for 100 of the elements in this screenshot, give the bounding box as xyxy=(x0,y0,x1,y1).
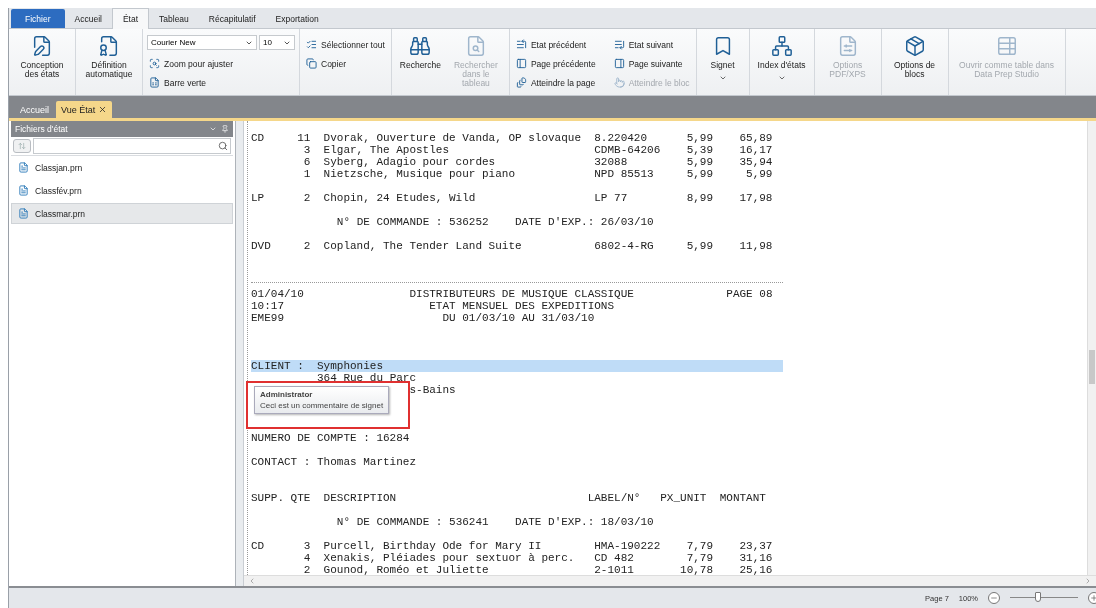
report-text: 65,89 xyxy=(738,132,773,144)
ribbon-tab[interactable]: Récapitulatif xyxy=(198,9,266,28)
sort-icon xyxy=(18,142,26,150)
document-pen-icon xyxy=(31,35,53,57)
pointer-icon xyxy=(613,77,625,88)
report-text: 5,99 xyxy=(685,156,714,168)
report-text: 5,99 xyxy=(685,168,714,180)
caret-icon xyxy=(718,74,727,82)
ribbon-tab[interactable]: État xyxy=(111,8,150,29)
caret-icon[interactable] xyxy=(209,125,217,133)
report-line: EME99 DU 01/03/10 AU 31/03/10 xyxy=(251,312,595,324)
zoom-out-button[interactable] xyxy=(988,592,1000,604)
report-text: CD xyxy=(251,132,266,144)
report-text: Purcell, Birthday Ode for Mary II xyxy=(322,540,543,552)
report-text: Elgar, The Apostles xyxy=(322,144,450,156)
report-text: 17,98 xyxy=(738,192,773,204)
size-select[interactable]: 10 xyxy=(259,35,295,50)
report-line: N° DE COMMANDE : 536241 DATE D'EXP.: 18/03/10 xyxy=(336,516,654,528)
report-text: 7,79 xyxy=(685,552,714,564)
report-text: 16,17 xyxy=(738,144,773,156)
panel-title: Fichiers d'état xyxy=(15,124,68,134)
report-text: 8.220420 xyxy=(594,132,649,144)
ribbon-button[interactable]: Etat suivant xyxy=(611,35,692,54)
close-icon[interactable] xyxy=(98,105,108,114)
report-line: CONTACT : Thomas Martinez xyxy=(251,456,417,468)
report-text: 11,98 xyxy=(738,240,773,252)
report-line: 364 Rue du Parc xyxy=(317,372,417,384)
report-text: 10,78 xyxy=(679,564,714,575)
report-text: 25,16 xyxy=(738,564,773,575)
ribbon-tab[interactable]: Accueil xyxy=(64,9,112,28)
report-text: LP 77 xyxy=(594,192,629,204)
binoculars-icon xyxy=(409,35,432,57)
ribbon-button[interactable]: Définition automatique xyxy=(80,32,138,92)
document-icon xyxy=(18,208,29,219)
font-select[interactable]: Courier New xyxy=(147,35,257,50)
report-text: 8,99 xyxy=(685,192,714,204)
copy-icon xyxy=(306,58,317,69)
ribbon-button[interactable]: Zoom pour ajuster xyxy=(147,54,295,73)
ribbon-button[interactable]: Page suivante xyxy=(611,54,692,73)
report-text: Syberg, Adagio pour cordes xyxy=(322,156,497,168)
report-text: LP xyxy=(251,192,266,204)
ribbon-button[interactable]: Page précédente xyxy=(513,54,598,73)
pin-icon[interactable] xyxy=(221,125,229,133)
previous-list-icon xyxy=(515,39,527,50)
ribbon-button[interactable]: Options de blocs xyxy=(885,32,944,92)
ribbon-button[interactable]: Recherche xyxy=(395,32,445,92)
minus-icon xyxy=(990,594,998,602)
ribbon-button[interactable]: Atteindre la page xyxy=(513,73,598,92)
report-text: 4 xyxy=(302,552,311,564)
report-text: Copland, The Tender Land Suite xyxy=(322,240,523,252)
file-menu-button[interactable]: Fichier xyxy=(11,9,65,28)
sort-button[interactable] xyxy=(13,139,31,153)
hierarchy-icon xyxy=(770,35,793,57)
scroll-left-icon[interactable] xyxy=(248,577,256,585)
ribbon-button[interactable]: Signet xyxy=(700,32,745,92)
ribbon-button[interactable]: Barre verte xyxy=(147,73,295,92)
report-text: 32088 xyxy=(594,156,629,168)
report-text: 11 xyxy=(296,132,311,144)
file-name: Classjan.prn xyxy=(35,162,83,173)
report-text: 23,37 xyxy=(738,540,773,552)
zoom-thumb[interactable] xyxy=(1034,592,1041,602)
report-text: 5,99 xyxy=(685,240,714,252)
report-text: CD 482 xyxy=(594,552,635,564)
document-tab[interactable]: Vue État xyxy=(56,101,113,118)
file-item[interactable]: Classmar.prn xyxy=(11,203,233,224)
ribbon-tab[interactable]: Exportation xyxy=(265,9,329,28)
report-text: 2 xyxy=(302,192,311,204)
document-tab[interactable]: Accueil xyxy=(15,101,54,118)
vertical-scrollbar[interactable] xyxy=(1087,121,1096,575)
report-text: 2 xyxy=(302,564,311,575)
report-text: 1 xyxy=(302,168,311,180)
report-text: Gounod, Roméo et Juliette xyxy=(322,564,490,575)
report-text: 5,99 xyxy=(685,132,714,144)
tooltip-comment: Ceci est un commentaire de signet xyxy=(260,401,384,410)
ribbon-button[interactable]: Copier xyxy=(304,54,387,73)
report-text: 2 xyxy=(302,240,311,252)
file-item[interactable]: Classfév.prn xyxy=(11,180,233,201)
search-field[interactable] xyxy=(33,138,231,154)
scroll-right-icon[interactable] xyxy=(1084,577,1092,585)
report-line: s-Bains xyxy=(409,384,456,396)
document-icon xyxy=(18,185,29,196)
report-text: HMA-190222 xyxy=(594,540,662,552)
table-icon xyxy=(995,35,1018,57)
horizontal-scrollbar[interactable] xyxy=(244,575,1096,586)
report-line: 01/04/10 DISTRIBUTEURS DE MUSIQUE CLASSIQUE PAGE 08 xyxy=(251,288,773,300)
report-text: 3 xyxy=(302,540,311,552)
ribbon-button[interactable]: Etat précédent xyxy=(513,35,598,54)
ribbon-button[interactable]: Sélectionner tout xyxy=(304,35,387,54)
ribbon-button[interactable]: Index d'états xyxy=(753,32,810,92)
report-text: 6 xyxy=(302,156,311,168)
ribbon-button[interactable]: Conception des états xyxy=(13,32,71,92)
ribbon-tab[interactable]: Tableau xyxy=(149,9,199,28)
report-text: Dvorak, Ouverture de Vanda, OP slovaque xyxy=(322,132,583,144)
report-line: 10:17 ETAT MENSUEL DES EXPEDITIONS xyxy=(251,300,615,312)
next-page-icon xyxy=(613,58,625,69)
file-item[interactable]: Classjan.prn xyxy=(11,157,233,178)
report-text: NPD 85513 xyxy=(594,168,655,180)
splitter[interactable] xyxy=(236,121,244,586)
report-text: 2-1011 xyxy=(594,564,635,575)
report-text: CDMB-64206 xyxy=(594,144,662,156)
